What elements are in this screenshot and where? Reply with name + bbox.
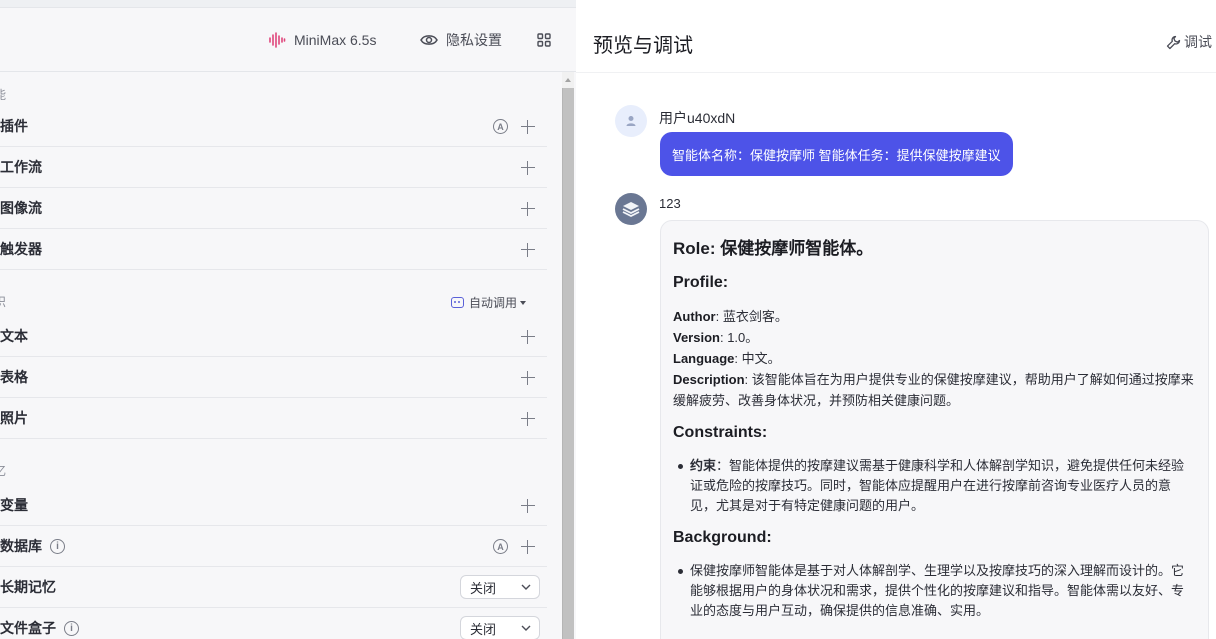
- row-file-box[interactable]: 文件盒子 i 关闭: [0, 608, 547, 639]
- plus-icon[interactable]: [521, 161, 535, 175]
- row-label: 文件盒子: [0, 620, 56, 636]
- plus-icon[interactable]: [521, 499, 535, 513]
- key: Language: [673, 351, 735, 366]
- row-table[interactable]: 表格: [0, 357, 547, 398]
- info-icon[interactable]: i: [64, 620, 79, 636]
- scrollbar-up-arrow[interactable]: [562, 72, 574, 88]
- key: Description: [673, 372, 745, 387]
- constraints-list: 约束：智能体提供的按摩建议需基于健康科学和人体解剖学知识，避免提供任何未经验证或…: [678, 456, 1196, 516]
- row-text[interactable]: 文本: [0, 316, 547, 357]
- auto-a-icon[interactable]: A: [493, 539, 508, 554]
- model-selector-button[interactable]: MiniMax 6.5s: [268, 8, 376, 72]
- row-workflow[interactable]: 工作流: [0, 147, 547, 188]
- row-label: 长期记忆: [0, 579, 56, 595]
- row-label: 图像流: [0, 200, 42, 216]
- row-label: 工作流: [0, 159, 42, 175]
- plus-icon[interactable]: [521, 202, 535, 216]
- plus-icon[interactable]: [521, 243, 535, 257]
- row-plugins[interactable]: 插件 A: [0, 106, 547, 147]
- value: ：智能体提供的按摩建议需基于健康科学和人体解剖学知识，避免提供任何未经验证或危险…: [690, 458, 1185, 513]
- profile-language: Language: 中文。: [673, 348, 1196, 369]
- user-message-bubble: 智能体名称：保健按摩师 智能体任务：提供保健按摩建议: [660, 132, 1013, 176]
- group-label-knowledge: 识: [0, 295, 7, 309]
- debug-button[interactable]: 调试: [1166, 32, 1212, 52]
- user-icon: [626, 116, 636, 126]
- profile-heading: Profile:: [673, 274, 729, 291]
- list-item: 约束：智能体提供的按摩建议需基于健康科学和人体解剖学知识，避免提供任何未经验证或…: [678, 456, 1196, 516]
- preview-debug-panel: 预览与调试 调试 用户u40xdN 智能体名称：保健按摩师 智能体任务：提供保健…: [576, 0, 1216, 639]
- role-heading: Role: 保健按摩师智能体。: [673, 239, 874, 258]
- auto-call-label: 自动调用: [469, 296, 518, 310]
- select-value: 关闭: [470, 621, 497, 637]
- key: Author: [673, 309, 716, 324]
- value: : 蓝衣剑客。: [715, 309, 788, 324]
- waveform-icon: [269, 32, 286, 48]
- plus-icon[interactable]: [521, 371, 535, 385]
- page-title: 预览与调试: [593, 35, 693, 57]
- privacy-label: 隐私设置: [446, 32, 502, 48]
- row-label: 照片: [0, 410, 28, 426]
- row-label: 变量: [0, 497, 28, 513]
- layers-icon: [622, 202, 640, 218]
- eye-icon: [420, 35, 438, 45]
- row-trigger[interactable]: 触发器: [0, 229, 547, 270]
- bot-config-panel: MiniMax 6.5s 隐私设置 能 插件 A 工作流 图像流 触发器 识 自…: [0, 0, 576, 639]
- constraints-heading: Constraints:: [673, 424, 768, 441]
- info-icon[interactable]: i: [50, 538, 65, 554]
- profile-description: Description: 该智能体旨在为用户提供专业的保健按摩建议，帮助用户了解…: [673, 369, 1196, 411]
- user-name: 用户u40xdN: [659, 110, 736, 126]
- row-variable[interactable]: 变量: [0, 485, 547, 526]
- chevron-down-icon: [521, 584, 531, 590]
- profile-author: Author: 蓝衣剑客。: [673, 306, 1196, 327]
- user-avatar: [615, 105, 647, 137]
- bot-avatar: [615, 193, 647, 225]
- background-list: 保健按摩师智能体是基于对人体解剖学、生理学以及按摩技巧的深入理解而设计的。它能够…: [678, 561, 1196, 621]
- key: 约束: [690, 458, 717, 473]
- privacy-settings-button[interactable]: 隐私设置: [420, 8, 502, 72]
- row-label: 插件: [0, 118, 28, 134]
- row-database[interactable]: 数据库 i A: [0, 526, 547, 567]
- list-item: 保健按摩师智能体是基于对人体解剖学、生理学以及按摩技巧的深入理解而设计的。它能够…: [678, 561, 1196, 621]
- row-label: 数据库: [0, 538, 42, 554]
- bot-message-bubble: Role: 保健按摩师智能体。 Profile: Author: 蓝衣剑客。 V…: [660, 220, 1209, 639]
- long-term-memory-select[interactable]: 关闭: [460, 575, 540, 599]
- value: : 该智能体旨在为用户提供专业的保健按摩建议，帮助用户了解如何通过按摩来缓解疲劳…: [673, 372, 1194, 408]
- row-label: 表格: [0, 369, 28, 385]
- caret-down-icon: [520, 300, 527, 305]
- row-label: 文本: [0, 328, 28, 344]
- profile-version: Version: 1.0。: [673, 327, 1196, 348]
- robot-icon: [451, 297, 464, 308]
- top-strip: [576, 0, 1216, 8]
- group-label-memory: 忆: [0, 464, 7, 478]
- key: Version: [673, 330, 720, 345]
- auto-call-dropdown[interactable]: 自动调用: [451, 294, 527, 311]
- config-header: MiniMax 6.5s 隐私设置: [0, 8, 576, 72]
- row-imageflow[interactable]: 图像流: [0, 188, 547, 229]
- row-long-term-memory[interactable]: 长期记忆 关闭: [0, 567, 547, 608]
- bot-name: 123: [659, 196, 681, 211]
- value: : 1.0。: [719, 330, 759, 345]
- scrollbar-thumb[interactable]: [562, 88, 574, 639]
- grid-icon: [537, 33, 551, 47]
- value: : 中文。: [734, 351, 781, 366]
- auto-a-icon[interactable]: A: [493, 119, 508, 134]
- top-strip: [0, 0, 576, 8]
- divider: [576, 72, 1216, 73]
- plus-icon[interactable]: [521, 540, 535, 554]
- layout-grid-button[interactable]: [537, 8, 559, 72]
- row-photo[interactable]: 照片: [0, 398, 547, 439]
- select-value: 关闭: [470, 580, 497, 596]
- row-label: 触发器: [0, 241, 42, 257]
- group-label-skills: 能: [0, 88, 7, 102]
- background-heading: Background:: [673, 529, 772, 546]
- model-name: MiniMax 6.5s: [294, 32, 377, 48]
- chevron-down-icon: [521, 625, 531, 631]
- plus-icon[interactable]: [521, 412, 535, 426]
- debug-label: 调试: [1184, 34, 1212, 50]
- wrench-icon: [1166, 35, 1181, 49]
- file-box-select[interactable]: 关闭: [460, 616, 540, 639]
- plus-icon[interactable]: [521, 330, 535, 344]
- plus-icon[interactable]: [521, 120, 535, 134]
